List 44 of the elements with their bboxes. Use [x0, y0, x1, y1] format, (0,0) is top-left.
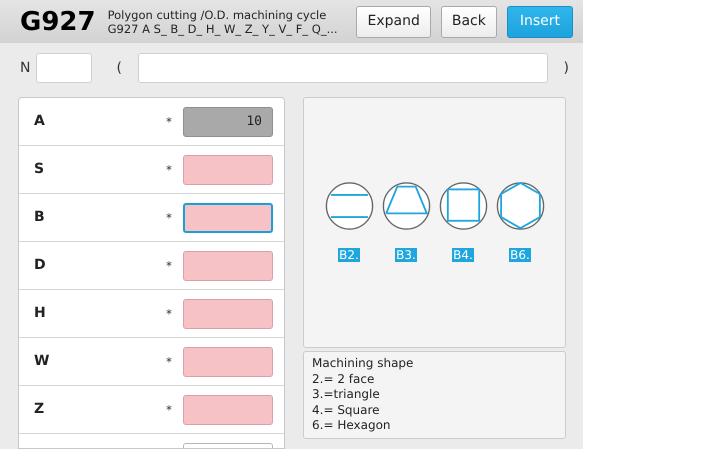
cycle-syntax: G927 A S_ B_ D_ H_ W_ Z_ Y_ V_ F_ Q_...: [108, 22, 339, 36]
parameter-field[interactable]: [183, 394, 273, 424]
parameter-label: B: [34, 208, 46, 227]
required-mark: *: [166, 306, 172, 322]
shape-label: B3.: [395, 248, 417, 262]
description-line: 6.= Hexagon: [312, 418, 392, 434]
required-mark: *: [166, 258, 172, 274]
square-shape-icon: [436, 182, 490, 230]
parameter-field[interactable]: [183, 250, 273, 280]
header-button[interactable]: Expand: [356, 6, 431, 38]
description-line: 3.=triangle: [312, 387, 381, 402]
description-line: 2.= 2 face: [312, 372, 376, 387]
sequence-number-field[interactable]: [36, 53, 92, 83]
parameter-field[interactable]: [183, 346, 273, 376]
open-paren: (: [116, 58, 122, 78]
parameter-label: S: [34, 160, 46, 179]
shape-label: B4.: [452, 248, 474, 262]
comment-field[interactable]: [138, 53, 548, 83]
sequence-label: N: [20, 58, 30, 78]
required-mark: *: [166, 162, 172, 178]
close-paren: ): [564, 58, 569, 78]
required-mark: *: [166, 210, 172, 226]
required-mark: *: [166, 402, 172, 418]
description-line: Machining shape: [312, 356, 414, 372]
description-line: 4.= Square: [312, 402, 381, 418]
required-mark: *: [166, 114, 172, 130]
parameter-label: H: [34, 304, 47, 323]
shape-label: B6.: [509, 248, 531, 262]
required-mark: *: [166, 354, 172, 370]
cycle-code: G927: [20, 8, 96, 34]
parameter-label: D: [34, 256, 47, 275]
parameter-label: A: [34, 112, 46, 131]
parameter-label: W: [34, 352, 50, 371]
parameter-field[interactable]: [183, 202, 273, 232]
parameter-field[interactable]: [183, 154, 273, 184]
parameter-field[interactable]: 10: [183, 106, 273, 136]
parameter-label: Z: [34, 400, 46, 419]
parameter-field[interactable]: [183, 298, 273, 328]
cycle-title: Polygon cutting /O.D. machining cycle: [108, 8, 328, 22]
shape-label: B2.: [338, 248, 360, 262]
header-button[interactable]: Back: [440, 6, 497, 38]
triangle-shape-icon: [380, 182, 432, 230]
two-face-shape-icon: [322, 182, 376, 230]
hexagon-shape-icon: [494, 182, 546, 230]
